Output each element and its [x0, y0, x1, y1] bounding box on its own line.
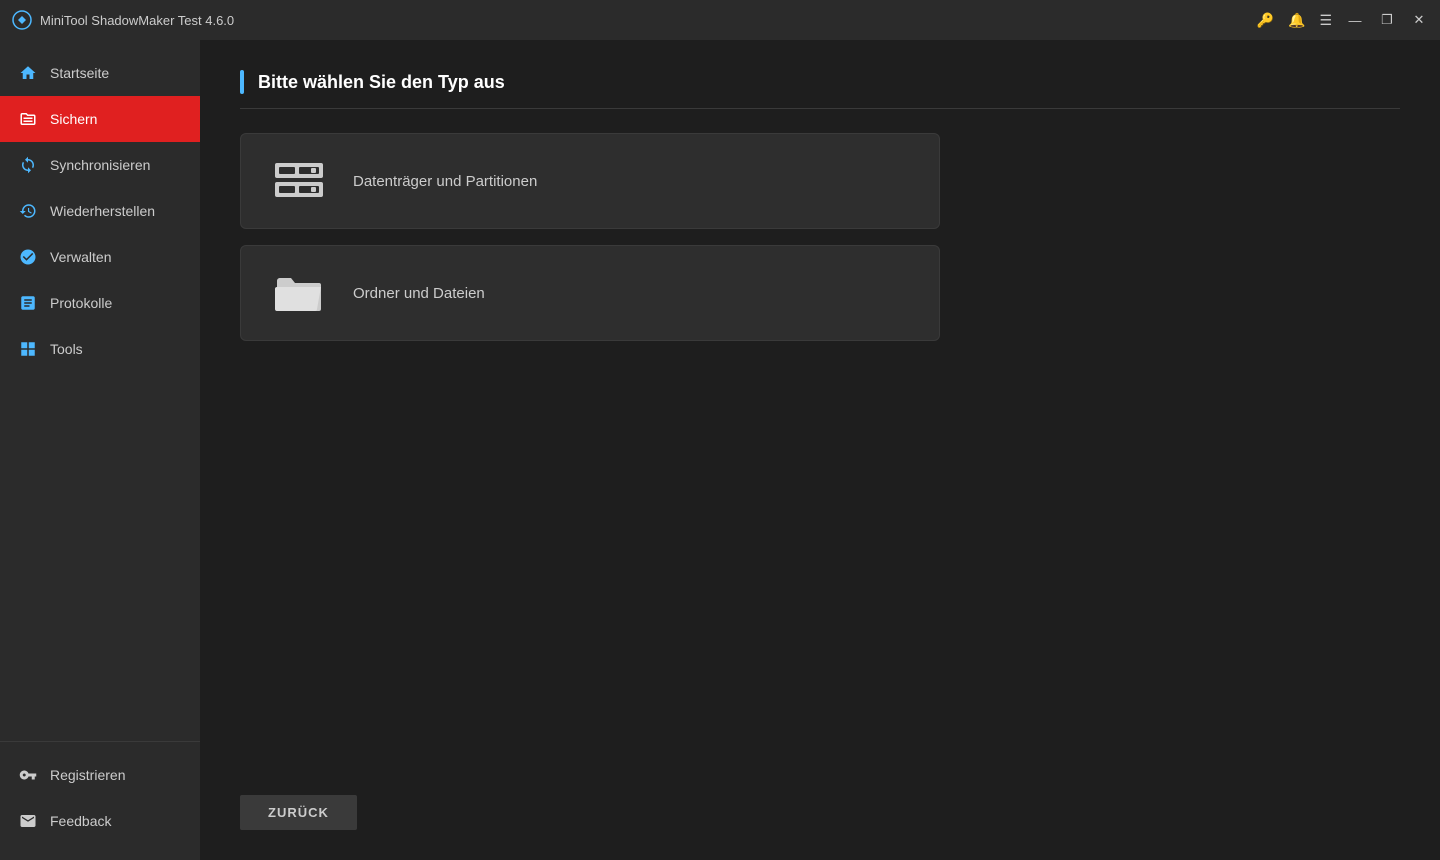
- sidebar-item-registrieren[interactable]: Registrieren: [0, 752, 200, 798]
- options-container: Datenträger und Partitionen Ordner und D…: [240, 133, 1400, 341]
- sidebar-item-wiederherstellen[interactable]: Wiederherstellen: [0, 188, 200, 234]
- footer-area: ZURÜCK: [240, 775, 1400, 830]
- key-icon[interactable]: 🔑: [1257, 12, 1274, 29]
- sidebar-item-startseite[interactable]: Startseite: [0, 50, 200, 96]
- sidebar-label-startseite: Startseite: [50, 65, 109, 81]
- sidebar-item-verwalten[interactable]: Verwalten: [0, 234, 200, 280]
- close-button[interactable]: ✕: [1410, 11, 1428, 29]
- notification-icon[interactable]: 🔔: [1288, 12, 1305, 29]
- app-logo: [12, 10, 32, 30]
- register-icon: [18, 765, 38, 785]
- home-icon: [18, 63, 38, 83]
- sidebar-item-feedback[interactable]: Feedback: [0, 798, 200, 844]
- restore-icon: [18, 201, 38, 221]
- sidebar-item-synchronisieren[interactable]: Synchronisieren: [0, 142, 200, 188]
- header-accent: [240, 70, 244, 94]
- sidebar-item-protokolle[interactable]: Protokolle: [0, 280, 200, 326]
- log-icon: [18, 293, 38, 313]
- sidebar-bottom: Registrieren Feedback: [0, 741, 200, 860]
- folder-option-card[interactable]: Ordner und Dateien: [240, 245, 940, 341]
- sidebar-label-wiederherstellen: Wiederherstellen: [50, 203, 155, 219]
- sidebar-label-sichern: Sichern: [50, 111, 97, 127]
- maximize-button[interactable]: ❐: [1378, 11, 1396, 29]
- main-content: Bitte wählen Sie den Typ aus: [200, 40, 1440, 860]
- manage-icon: [18, 247, 38, 267]
- page-header: Bitte wählen Sie den Typ aus: [240, 70, 1400, 109]
- sidebar-item-sichern[interactable]: Sichern: [0, 96, 200, 142]
- sidebar-label-protokolle: Protokolle: [50, 295, 112, 311]
- app-body: Startseite Sichern Synchronisieren: [0, 40, 1440, 860]
- disk-option-label: Datenträger und Partitionen: [353, 173, 537, 190]
- sidebar-item-tools[interactable]: Tools: [0, 326, 200, 372]
- sidebar-nav: Startseite Sichern Synchronisieren: [0, 40, 200, 741]
- disk-option-card[interactable]: Datenträger und Partitionen: [240, 133, 940, 229]
- window-controls: 🔑 🔔 ☰ — ❐ ✕: [1257, 11, 1428, 29]
- sync-icon: [18, 155, 38, 175]
- sidebar-label-tools: Tools: [50, 341, 83, 357]
- sidebar: Startseite Sichern Synchronisieren: [0, 40, 200, 860]
- sidebar-label-verwalten: Verwalten: [50, 249, 111, 265]
- menu-icon[interactable]: ☰: [1319, 12, 1332, 29]
- tools-icon: [18, 339, 38, 359]
- sidebar-label-feedback: Feedback: [50, 813, 111, 829]
- folder-option-label: Ordner und Dateien: [353, 285, 485, 302]
- backup-icon: [18, 109, 38, 129]
- folder-icon: [269, 268, 329, 318]
- feedback-icon: [18, 811, 38, 831]
- sidebar-label-registrieren: Registrieren: [50, 767, 125, 783]
- app-title: MiniTool ShadowMaker Test 4.6.0: [40, 13, 1257, 28]
- title-bar: MiniTool ShadowMaker Test 4.6.0 🔑 🔔 ☰ — …: [0, 0, 1440, 40]
- minimize-button[interactable]: —: [1346, 11, 1364, 29]
- disk-icon: [269, 156, 329, 206]
- page-title: Bitte wählen Sie den Typ aus: [258, 72, 505, 93]
- back-button[interactable]: ZURÜCK: [240, 795, 357, 830]
- sidebar-label-synchronisieren: Synchronisieren: [50, 157, 150, 173]
